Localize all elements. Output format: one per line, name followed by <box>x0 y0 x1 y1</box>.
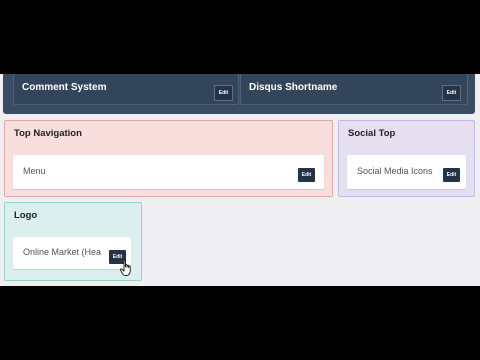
comment-system-widget: Comment System Edit <box>13 74 239 105</box>
social-media-icons-label: Social Media Icons <box>357 166 433 176</box>
top-navigation-area: Top Navigation Menu Edit <box>4 120 333 197</box>
disqus-shortname-title: Disqus Shortname <box>249 82 338 93</box>
comment-system-edit-button[interactable]: Edit <box>214 85 233 101</box>
hand-pointer-icon <box>120 259 131 276</box>
social-media-icons-widget: Social Media Icons Edit <box>347 155 466 189</box>
social-top-area: Social Top Social Media Icons Edit <box>338 120 475 197</box>
disqus-shortname-edit-button[interactable]: Edit <box>442 85 461 101</box>
top-navigation-title: Top Navigation <box>14 128 82 139</box>
menu-widget: Menu Edit <box>13 155 324 189</box>
social-top-title: Social Top <box>348 128 396 139</box>
logo-title: Logo <box>14 210 38 221</box>
social-media-icons-edit-button[interactable]: Edit <box>443 168 460 182</box>
comment-system-title: Comment System <box>22 82 107 93</box>
menu-widget-label: Menu <box>23 166 46 176</box>
online-market-widget: Online Market (Hea Edit <box>13 237 131 269</box>
menu-edit-button[interactable]: Edit <box>298 168 315 182</box>
header-widget-area: Comment System Edit Disqus Shortname Edi… <box>3 74 475 114</box>
disqus-shortname-widget: Disqus Shortname Edit <box>240 74 468 105</box>
online-market-label: Online Market (Hea <box>23 247 102 257</box>
layout-editor: Comment System Edit Disqus Shortname Edi… <box>0 74 480 286</box>
